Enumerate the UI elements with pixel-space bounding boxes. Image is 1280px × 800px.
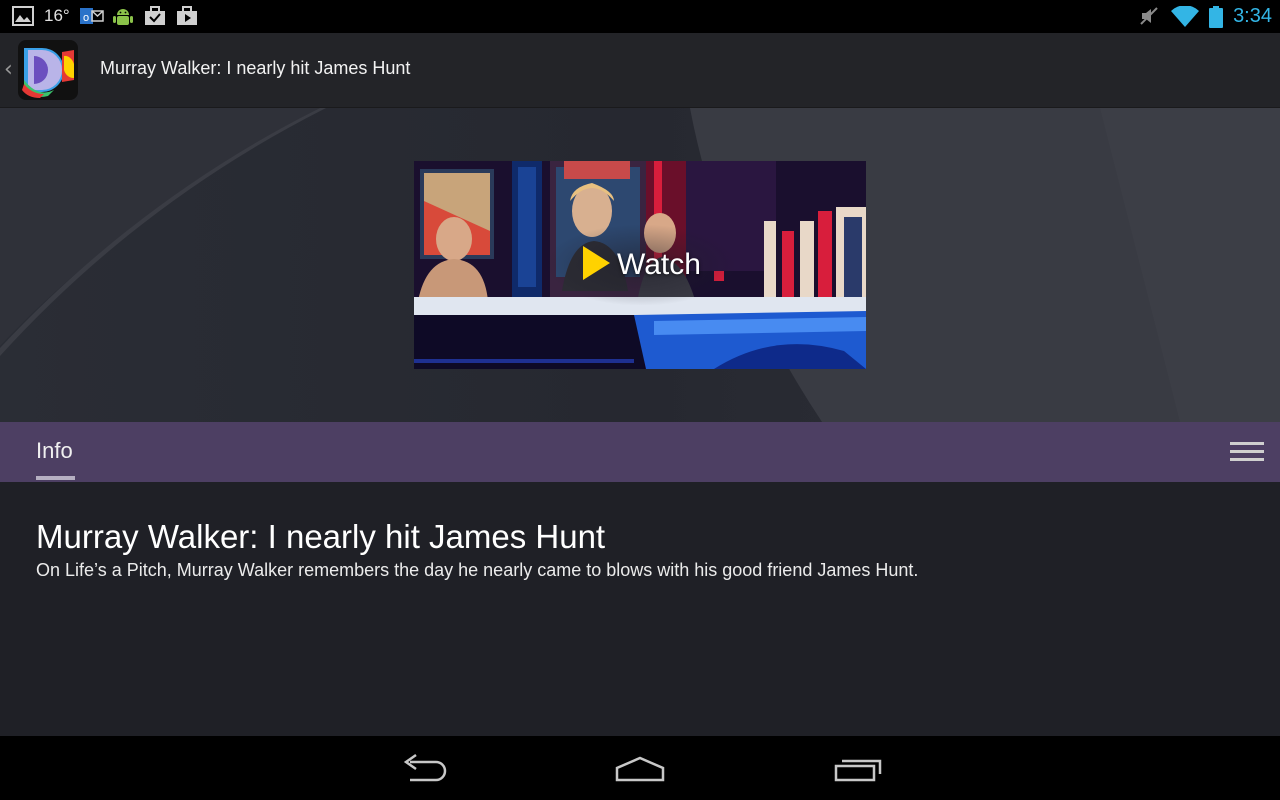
tab-label: Info — [36, 438, 73, 463]
app-logo-icon[interactable] — [18, 40, 78, 100]
android-icon — [112, 6, 134, 26]
briefcase-icon — [144, 6, 166, 26]
gallery-icon — [12, 6, 34, 26]
home-button[interactable] — [612, 752, 668, 786]
status-bar: 16° o 3:34 — [0, 0, 1280, 33]
back-button[interactable] — [396, 752, 452, 786]
action-bar-title: Murray Walker: I nearly hit James Hunt — [100, 58, 411, 78]
watch-label: Watch — [617, 248, 701, 281]
watch-button[interactable]: Watch — [546, 225, 736, 305]
mute-icon — [1139, 6, 1161, 26]
episode-title: Murray Walker: I nearly hit James Hunt — [36, 518, 606, 555]
home-icon — [612, 756, 668, 790]
episode-description: On Life’s a Pitch, Murray Walker remembe… — [36, 560, 919, 580]
play-icon — [581, 245, 611, 285]
up-navigation-icon[interactable]: ‹ — [4, 57, 13, 82]
system-icons: 3:34 — [1139, 3, 1272, 29]
back-icon — [396, 753, 452, 790]
battery-icon — [1209, 6, 1224, 28]
navigation-bar — [0, 736, 1280, 800]
outlook-icon: o — [79, 6, 104, 26]
temperature: 16° — [44, 6, 70, 25]
play-store-icon — [176, 6, 198, 26]
recent-apps-button[interactable] — [830, 752, 886, 786]
tab-info[interactable]: Info — [36, 422, 75, 482]
recent-apps-icon — [830, 759, 886, 790]
menu-icon[interactable] — [1230, 442, 1264, 462]
svg-text:o: o — [83, 12, 89, 24]
wifi-icon — [1171, 5, 1200, 28]
hero-area: Watch — [0, 108, 1280, 422]
info-panel: Murray Walker: I nearly hit James Hunt O… — [0, 482, 1280, 736]
tab-selected-indicator — [36, 476, 75, 480]
notification-icons: 16° o — [12, 5, 198, 27]
action-bar: ‹ Murray Walker: I nearly hit James Hunt — [0, 33, 1280, 108]
clock: 3:34 — [1233, 4, 1272, 27]
tab-bar: Info — [0, 422, 1280, 482]
